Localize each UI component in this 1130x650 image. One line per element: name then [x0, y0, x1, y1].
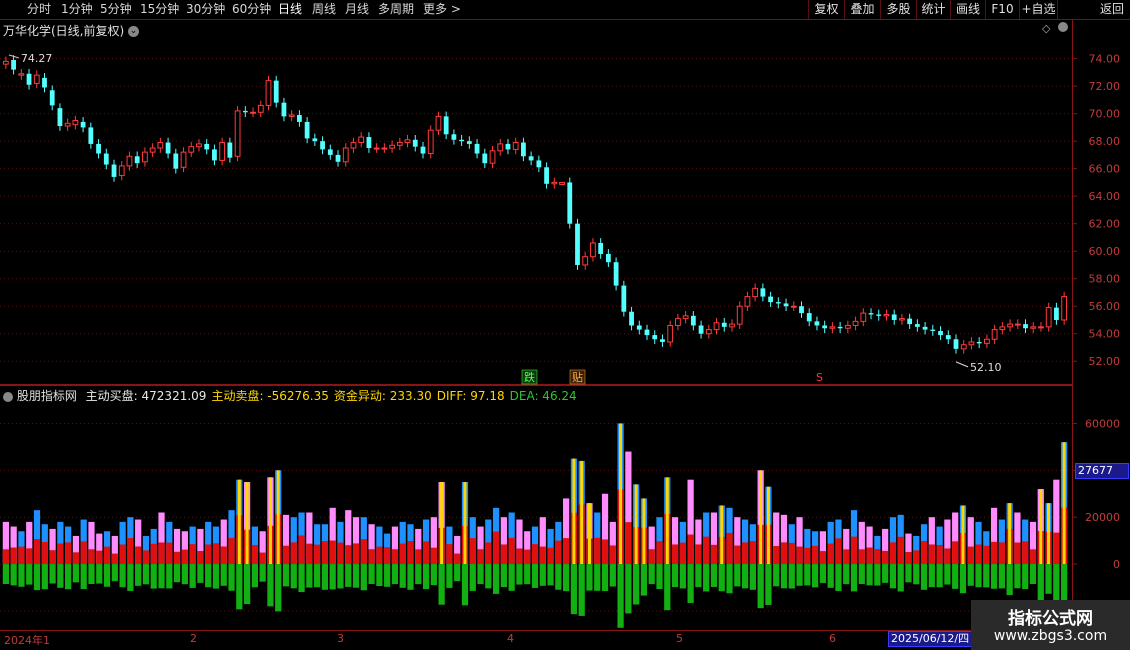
date-label: 3	[337, 632, 344, 645]
price-tick-label: 52.00	[1089, 355, 1121, 368]
tab-monthly[interactable]: 月线	[345, 1, 369, 18]
price-tick-label: 72.00	[1089, 80, 1121, 93]
indicator-name[interactable]: 股朋指标网	[17, 389, 77, 403]
indicator-tick-label: 0	[1113, 558, 1120, 571]
date-label: 2024年1	[4, 634, 50, 647]
cursor-date: 2025/06/12/四	[888, 631, 973, 647]
legend-item: DEA: 46.24	[509, 389, 577, 403]
watermark-url: www.zbgs3.com	[993, 628, 1108, 644]
watermark-title: 指标公式网	[1008, 609, 1093, 629]
tab-30min[interactable]: 30分钟	[186, 1, 225, 18]
indicator-panel	[0, 385, 1073, 631]
price-tick-label: 66.00	[1089, 163, 1121, 176]
add-watchlist-button[interactable]: +自选	[1019, 0, 1057, 19]
indicator-cursor-value: 27677	[1075, 463, 1129, 479]
legend-item: DIFF: 97.18	[436, 389, 505, 403]
price-panel	[0, 20, 1073, 385]
date-label: 4	[507, 632, 514, 645]
price-tick-label: 60.00	[1089, 245, 1121, 258]
price-tick-label: 74.00	[1089, 53, 1121, 66]
date-label: 2	[190, 632, 197, 645]
tab-multi-period[interactable]: 多周期	[378, 1, 414, 18]
price-tick-label: 54.00	[1089, 328, 1121, 341]
watermark-logo: 指标公式网 www.zbgs3.com	[971, 600, 1130, 650]
diamond-icon[interactable]: ◇	[1042, 22, 1050, 35]
gear-icon[interactable]	[3, 391, 13, 402]
tab-60min[interactable]: 60分钟	[232, 1, 271, 18]
price-tick-label: 68.00	[1089, 135, 1121, 148]
indicator-tick-label: 20000	[1085, 511, 1120, 524]
gear-icon[interactable]	[1058, 22, 1068, 32]
chevron-down-icon[interactable]: ⌄	[128, 26, 140, 37]
tab-timeshare[interactable]: 分时	[27, 1, 51, 18]
tab-daily[interactable]: 日线	[278, 1, 302, 18]
date-label: 5	[676, 632, 683, 645]
legend-item: 资金异动: 233.30	[333, 389, 432, 403]
date-label: 6	[829, 632, 836, 645]
price-tick-label: 62.00	[1089, 218, 1121, 231]
tab-5min[interactable]: 5分钟	[100, 1, 132, 18]
price-tick-label: 64.00	[1089, 190, 1121, 203]
axis-divider	[1072, 20, 1073, 630]
legend-item: 主动买盘: 472321.09	[85, 389, 207, 403]
f10-button[interactable]: F10	[985, 0, 1019, 19]
price-tick-label: 56.00	[1089, 300, 1121, 313]
legend-item: 主动卖盘: -56276.35	[211, 389, 329, 403]
statistics-button[interactable]: 统计	[916, 0, 950, 19]
multi-stock-button[interactable]: 多股	[880, 0, 916, 19]
tab-1min[interactable]: 1分钟	[61, 1, 93, 18]
overlay-button[interactable]: 叠加	[844, 0, 880, 19]
indicator-tick-label: 60000	[1085, 417, 1120, 430]
tab-more[interactable]: 更多 >	[423, 1, 461, 18]
stock-name: 万华化学(日线,前复权)	[3, 24, 125, 38]
period-toolbar: 分时 1分钟 5分钟 15分钟 30分钟 60分钟 日线 周线 月线 多周期 更…	[0, 0, 1130, 20]
price-tick-label: 58.00	[1089, 273, 1121, 286]
price-tick-label: 70.00	[1089, 108, 1121, 121]
back-button[interactable]: 返回	[1057, 0, 1130, 19]
restore-rights-button[interactable]: 复权	[808, 0, 844, 19]
tab-weekly[interactable]: 周线	[312, 1, 336, 18]
stock-title: 万华化学(日线,前复权) ⌄	[3, 22, 140, 39]
tab-15min[interactable]: 15分钟	[140, 1, 179, 18]
indicator-legend: 股朋指标网 主动买盘: 472321.09 主动卖盘: -56276.35 资金异动…	[3, 387, 577, 404]
drawing-button[interactable]: 画线	[950, 0, 985, 19]
